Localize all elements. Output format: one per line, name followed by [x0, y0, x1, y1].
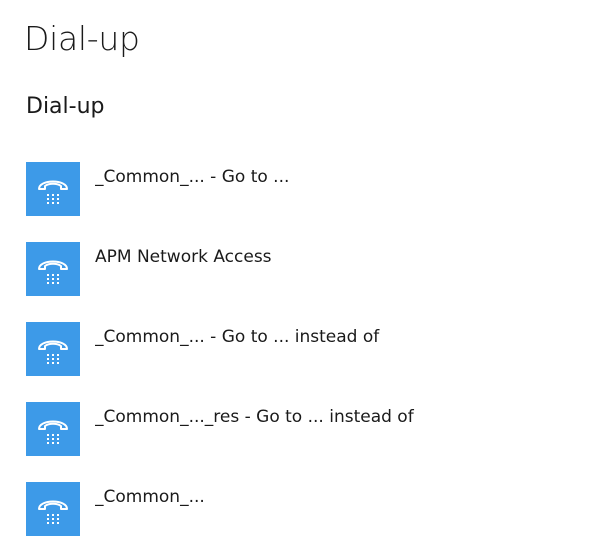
dialup-phone-icon: [26, 482, 80, 536]
dialup-phone-icon: [26, 322, 80, 376]
connection-item[interactable]: _Common_...: [26, 480, 600, 539]
connection-item[interactable]: _Common_..._res - Go to ... instead of: [26, 400, 600, 480]
connection-list: _Common_... - Go to ... APM Network Acce…: [26, 160, 600, 539]
dialup-phone-icon: [26, 242, 80, 296]
dialup-phone-icon: [26, 402, 80, 456]
connection-item[interactable]: _Common_... - Go to ...: [26, 160, 600, 240]
connection-name: APM Network Access: [95, 247, 272, 267]
connection-name: _Common_...: [95, 487, 205, 507]
dialup-phone-icon: [26, 162, 80, 216]
section-title: Dial-up: [26, 94, 105, 119]
page-title: Dial-up: [24, 19, 140, 58]
connection-item[interactable]: _Common_... - Go to ... instead of: [26, 320, 600, 400]
connection-name: _Common_..._res - Go to ... instead of: [95, 407, 414, 427]
connection-name: _Common_... - Go to ... instead of: [95, 327, 380, 347]
connection-item[interactable]: APM Network Access: [26, 240, 600, 320]
connection-name: _Common_... - Go to ...: [95, 167, 290, 187]
